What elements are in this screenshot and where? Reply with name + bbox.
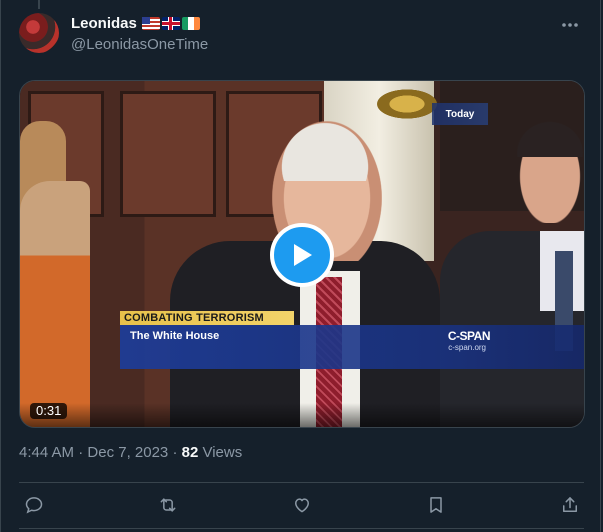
us-flag-icon [141,17,160,30]
play-icon [294,244,312,266]
like-icon [295,498,309,513]
action-bar [19,490,585,520]
reply-icon [25,497,43,514]
user-handle[interactable]: @LeonidasOneTime [71,36,208,53]
more-icon [562,23,578,27]
lower-third-banner: COMBATING TERRORISM The White House C-SP… [120,311,584,369]
play-button[interactable] [270,223,334,287]
reply-button[interactable] [22,493,46,517]
views-count[interactable]: 82 [182,444,199,461]
network-url: c-span.org [448,343,486,352]
share-button[interactable] [558,493,582,517]
display-name-text[interactable]: Leonidas [71,15,137,32]
like-button[interactable] [290,493,314,517]
tweet-header: Leonidas @LeonidasOneTime [19,13,584,57]
banner-location-text: The White House [130,330,220,342]
more-options-button[interactable] [558,15,582,35]
divider [19,528,584,529]
ireland-flag-icon [181,17,200,30]
video-duration: 0:31 [30,403,68,419]
tweet-time[interactable]: 4:44 AM [19,444,74,461]
network-bug: Today [432,103,488,125]
share-icon [563,497,577,512]
tweet-detail: Leonidas @LeonidasOneTime Today COMBATIN… [0,0,601,532]
person-left [20,181,90,427]
banner-topic: COMBATING TERRORISM [120,311,294,325]
thread-connector [38,0,40,9]
video-player[interactable]: Today COMBATING TERRORISM The White Hous… [19,80,585,428]
tweet-date[interactable]: Dec 7, 2023 [87,444,168,461]
meta-separator: · [172,444,178,461]
video-controls-gradient [20,403,584,427]
repost-button[interactable] [156,493,180,517]
network-logo: C-SPAN [447,329,491,343]
divider [19,482,584,483]
views-label: Views [202,444,243,461]
author-block: Leonidas @LeonidasOneTime [71,15,208,53]
bookmark-icon [430,497,442,513]
bookmark-button[interactable] [424,493,448,517]
person-center-hair [270,111,380,181]
name-emoji-flags [141,17,200,30]
tweet-meta: 4:44 AM · Dec 7, 2023 · 82 Views [19,444,242,461]
repost-icon [160,498,176,512]
wall-panel [120,91,216,217]
banner-location: The White House [120,325,584,369]
person-right-hair [512,117,584,157]
avatar[interactable] [19,13,59,53]
uk-flag-icon [161,17,180,30]
meta-separator: · [78,444,84,461]
display-name[interactable]: Leonidas [71,15,208,32]
